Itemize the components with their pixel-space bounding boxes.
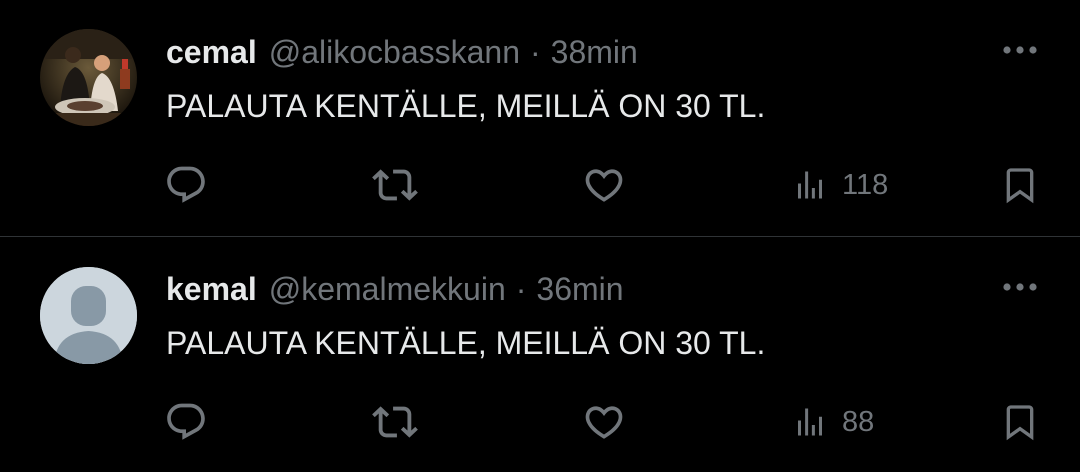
more-icon — [1003, 283, 1037, 291]
retweet-icon — [372, 169, 418, 201]
user-handle[interactable]: @kemalmekkuin — [269, 271, 506, 308]
bookmark-button[interactable] — [1000, 162, 1040, 208]
bookmark-button[interactable] — [1000, 399, 1040, 445]
views-icon — [798, 408, 822, 436]
retweet-button[interactable] — [372, 399, 418, 445]
display-name[interactable]: cemal — [166, 34, 257, 71]
tweet[interactable]: kemal @kemalmekkuin · 36min PALAUTA KENT… — [0, 236, 1080, 472]
reply-button[interactable] — [164, 162, 208, 208]
view-count: 118 — [842, 168, 889, 201]
tweet-text: PALAUTA KENTÄLLE, MEILLÄ ON 30 TL. — [166, 325, 766, 361]
reply-icon — [167, 403, 205, 440]
timestamp[interactable]: 38min — [551, 34, 638, 71]
views-button[interactable]: 88 — [792, 399, 874, 445]
separator-dot: · — [530, 34, 541, 70]
tweet[interactable]: cemal @alikocbasskann · 38min PALAUTA KE… — [0, 0, 1080, 236]
timestamp[interactable]: 36min — [536, 271, 623, 308]
reply-button[interactable] — [164, 399, 208, 445]
avatar[interactable] — [40, 29, 137, 126]
more-button[interactable] — [1000, 275, 1040, 299]
like-button[interactable] — [582, 162, 626, 208]
tweet-text: PALAUTA KENTÄLLE, MEILLÄ ON 30 TL. — [166, 88, 766, 124]
view-count: 88 — [842, 405, 875, 438]
views-icon — [798, 171, 822, 199]
user-handle[interactable]: @alikocbasskann — [269, 34, 520, 71]
separator-dot: · — [515, 271, 527, 307]
retweet-button[interactable] — [372, 162, 418, 208]
tweet-header: kemal @kemalmekkuin · 36min — [166, 271, 624, 311]
default-avatar-icon — [40, 267, 137, 364]
display-name[interactable]: kemal — [166, 271, 257, 308]
more-button[interactable] — [1000, 38, 1040, 62]
views-button[interactable]: 118 — [792, 162, 888, 208]
reply-icon — [167, 166, 205, 203]
like-button[interactable] — [582, 399, 626, 445]
bookmark-icon — [1006, 168, 1034, 204]
bookmark-icon — [1006, 405, 1034, 441]
photo-avatar-image — [40, 29, 137, 126]
tweet-header: cemal @alikocbasskann · 38min — [166, 34, 638, 74]
avatar[interactable] — [40, 267, 137, 364]
more-icon — [1003, 46, 1037, 54]
heart-icon — [585, 169, 623, 202]
retweet-icon — [372, 406, 418, 438]
heart-icon — [585, 406, 623, 439]
